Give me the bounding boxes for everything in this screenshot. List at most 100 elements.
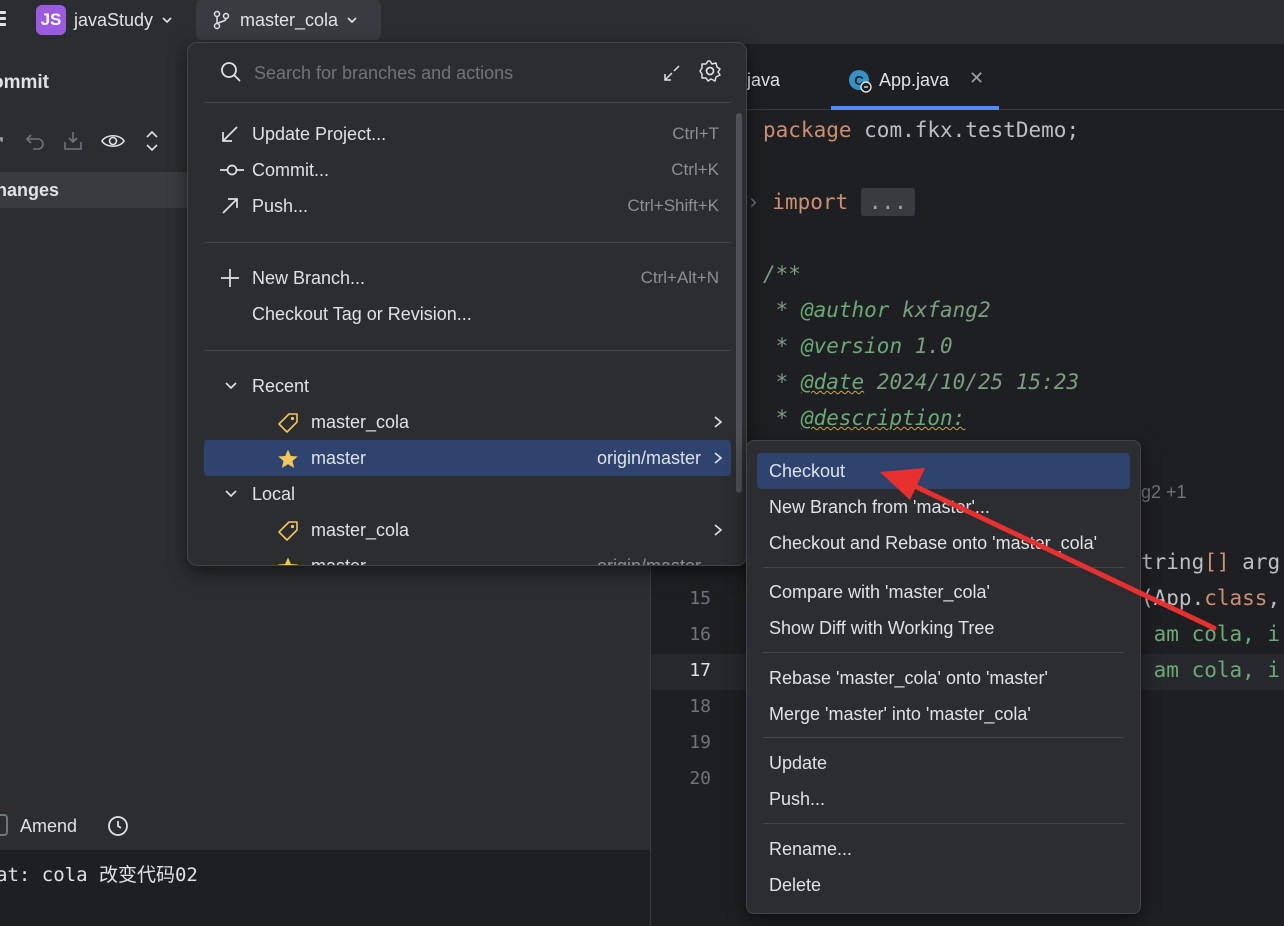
- branch-item-master-local[interactable]: master origin/master: [204, 548, 731, 566]
- changes-group-label: hanges: [0, 180, 60, 200]
- line-number: 18: [689, 696, 711, 717]
- amend-label: Amend: [20, 816, 78, 836]
- commit-message-text: at: cola 改变代码02: [0, 864, 198, 886]
- project-selector[interactable]: JS javaStudy: [36, 5, 173, 35]
- expand-collapse-icon[interactable]: [144, 128, 160, 154]
- main-menu-icon[interactable]: [0, 8, 6, 30]
- code-run-line[interactable]: (App.class,: [1141, 586, 1280, 610]
- push-menu-item[interactable]: Push...: [757, 781, 1130, 817]
- branch-selector-button[interactable]: master_cola: [196, 0, 381, 40]
- line-number-current: 17: [689, 660, 711, 681]
- commit-action[interactable]: Commit... Ctrl+K: [204, 152, 731, 188]
- push-action[interactable]: Push... Ctrl+Shift+K: [204, 188, 731, 224]
- tab-java-file[interactable]: java: [747, 70, 780, 91]
- rebase-menu-item[interactable]: Rebase 'master_cola' onto 'master': [757, 660, 1130, 696]
- code-doc-description[interactable]: * @description:: [763, 406, 966, 430]
- folded-imports[interactable]: ...: [860, 188, 915, 216]
- git-branch-icon: [213, 10, 230, 30]
- project-badge: JS: [36, 5, 66, 35]
- tag-icon: [278, 413, 298, 433]
- separator: [204, 350, 731, 351]
- code-print-line[interactable]: am cola, i: [1141, 658, 1280, 682]
- star-icon: [278, 449, 298, 468]
- code-doc-open[interactable]: /**: [763, 262, 801, 286]
- menu-item-label: Push...: [769, 789, 826, 809]
- line-number: 15: [689, 588, 711, 609]
- code-doc-date[interactable]: * @date 2024/10/25 15:23: [763, 370, 1079, 394]
- chevron-right-icon: [714, 452, 723, 464]
- branch-name: master: [311, 556, 367, 566]
- branch-item-master-cola-recent[interactable]: master_cola: [204, 404, 731, 440]
- collapse-all-icon[interactable]: [662, 63, 682, 83]
- code-line-package[interactable]: package com.fkx.testDemo;: [763, 118, 1079, 142]
- menu-item-label: New Branch from 'master'...: [769, 497, 990, 517]
- menu-item-label: Compare with 'master_cola': [769, 582, 990, 602]
- new-branch-from-menu-item[interactable]: New Branch from 'master'...: [757, 489, 1130, 525]
- local-group-header[interactable]: Local: [204, 476, 731, 512]
- code-line-import[interactable]: › import ...: [747, 188, 915, 216]
- rollback-icon[interactable]: [24, 130, 46, 152]
- chevron-down-icon: [347, 17, 357, 24]
- current-branch-name: master_cola: [240, 9, 339, 30]
- code-doc-author[interactable]: * @author kxfang2: [763, 298, 991, 322]
- group-label: Recent: [252, 376, 310, 396]
- code-doc-version[interactable]: * @version 1.0: [763, 334, 953, 358]
- update-project-action[interactable]: Update Project... Ctrl+T: [204, 116, 731, 152]
- plus-icon: [221, 269, 239, 287]
- shelve-icon[interactable]: [62, 130, 84, 152]
- history-clock-icon[interactable]: [106, 814, 130, 838]
- delete-menu-item[interactable]: Delete: [757, 867, 1130, 903]
- branch-search-input[interactable]: [254, 59, 644, 87]
- checkout-menu-item[interactable]: Checkout: [757, 453, 1130, 489]
- separator: [204, 102, 731, 103]
- line-number: 20: [689, 768, 711, 789]
- project-name: javaStudy: [74, 9, 154, 30]
- separator: [763, 652, 1124, 653]
- line-number: 19: [689, 732, 711, 753]
- code-print-line[interactable]: am cola, i: [1141, 622, 1280, 646]
- menu-item-label: Checkout: [769, 461, 846, 481]
- recent-group-header[interactable]: Recent: [204, 368, 731, 404]
- branch-name: master_cola: [311, 520, 410, 540]
- branch-item-master-recent[interactable]: master origin/master: [204, 440, 731, 476]
- tab-app-java[interactable]: C App.java ✕: [831, 58, 999, 110]
- commit-toolbar: [0, 124, 190, 158]
- separator: [763, 567, 1124, 568]
- checkout-and-rebase-menu-item[interactable]: Checkout and Rebase onto 'master_cola': [757, 525, 1130, 561]
- branch-search-bar: [204, 43, 734, 103]
- new-branch-action[interactable]: New Branch... Ctrl+Alt+N: [204, 260, 731, 296]
- checkout-tag-action[interactable]: Checkout Tag or Revision...: [204, 296, 731, 332]
- refresh-icon[interactable]: [0, 130, 10, 152]
- action-label: Checkout Tag or Revision...: [252, 304, 472, 324]
- compare-with-menu-item[interactable]: Compare with 'master_cola': [757, 574, 1130, 610]
- eye-icon[interactable]: [100, 130, 126, 152]
- action-label: Push...: [252, 196, 309, 216]
- gear-icon[interactable]: [698, 59, 722, 83]
- branch-context-menu: Checkout New Branch from 'master'... Che…: [746, 440, 1141, 914]
- chevron-down-icon: [162, 17, 172, 24]
- separator: [763, 823, 1124, 824]
- close-tab-icon[interactable]: ✕: [969, 68, 984, 89]
- author-inlay-hint[interactable]: g2 +1: [1141, 482, 1187, 503]
- action-shortcut: Ctrl+Shift+K: [627, 196, 719, 215]
- branches-popup: Update Project... Ctrl+T Commit... Ctrl+…: [187, 42, 747, 566]
- commit-icon: [220, 164, 244, 176]
- push-arrow-icon: [222, 198, 238, 214]
- code-main-signature[interactable]: tring[] arg: [1141, 550, 1280, 574]
- merge-menu-item[interactable]: Merge 'master' into 'master_cola': [757, 696, 1130, 732]
- show-diff-menu-item[interactable]: Show Diff with Working Tree: [757, 610, 1130, 646]
- tab-label: App.java: [879, 70, 950, 90]
- menu-item-label: Update: [769, 753, 828, 773]
- commit-message-area[interactable]: at: cola 改变代码02: [0, 850, 650, 926]
- tag-icon: [278, 521, 298, 541]
- update-menu-item[interactable]: Update: [757, 745, 1130, 781]
- branch-name: master_cola: [311, 412, 410, 432]
- branch-item-master-cola-local[interactable]: master_cola: [204, 512, 731, 548]
- action-label: Commit...: [252, 160, 330, 180]
- action-shortcut: Ctrl+T: [672, 124, 719, 143]
- chevron-right-icon: [714, 416, 723, 428]
- amend-checkbox[interactable]: [0, 814, 8, 836]
- action-shortcut: Ctrl+K: [671, 160, 719, 179]
- rename-menu-item[interactable]: Rename...: [757, 831, 1130, 867]
- popup-scrollbar[interactable]: [736, 113, 742, 493]
